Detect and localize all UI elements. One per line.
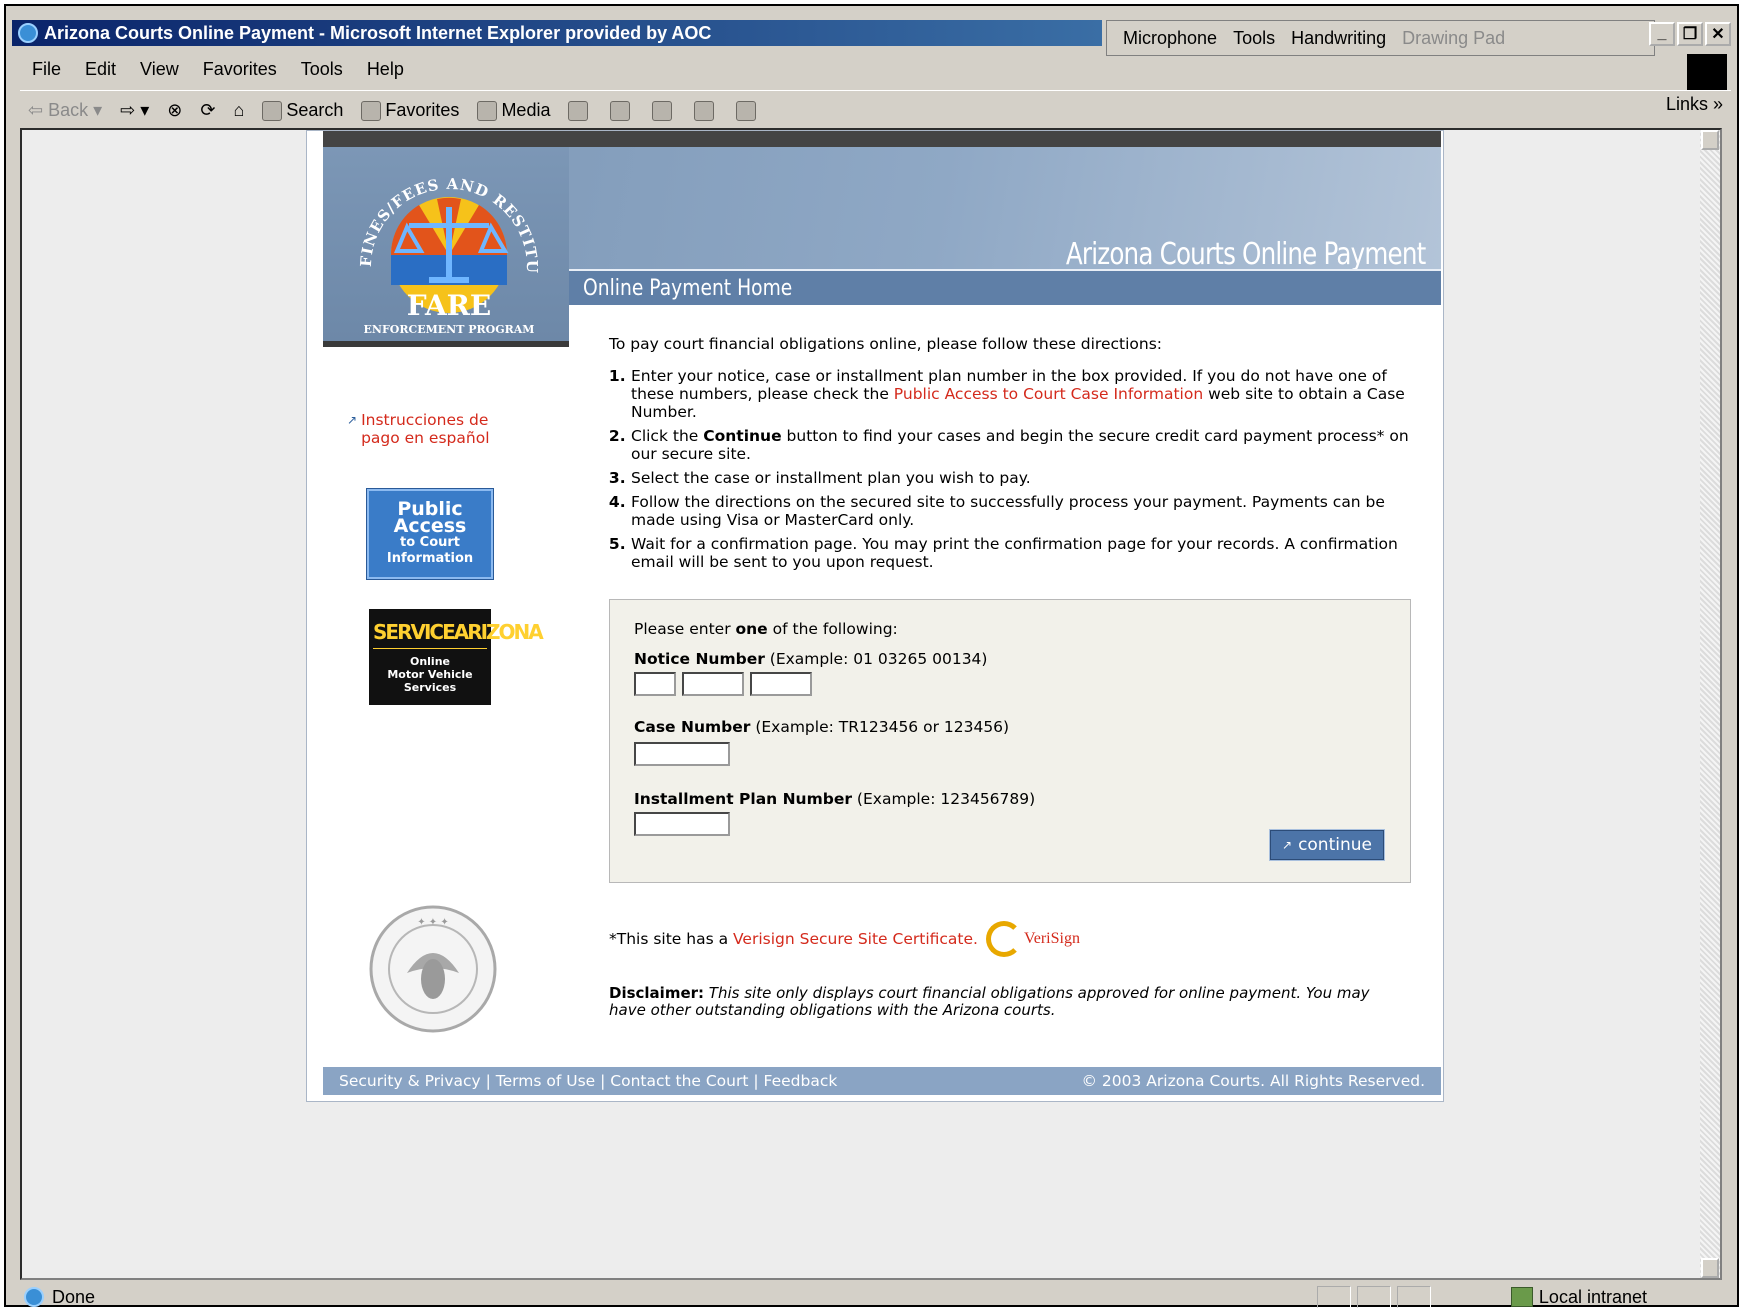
print-icon[interactable]	[652, 100, 673, 121]
notice-number-field-3[interactable]	[750, 672, 812, 696]
svg-text:✦ ✦ ✦: ✦ ✦ ✦	[417, 917, 449, 928]
public-access-button[interactable]: Public Access to Court Information	[366, 488, 494, 580]
edit-word-icon[interactable]	[694, 100, 715, 121]
local-intranet-icon	[1510, 1287, 1533, 1307]
scroll-down-icon[interactable]	[1701, 1258, 1719, 1278]
search-icon	[262, 101, 283, 122]
section-bar: Online Payment Home	[569, 269, 1441, 305]
back-arrow-icon: ⇦	[28, 100, 49, 120]
refresh-icon[interactable]: ⟳	[200, 100, 215, 121]
verisign-link[interactable]: Verisign Secure Site Certificate.	[733, 930, 978, 948]
menu-favorites[interactable]: Favorites	[203, 59, 277, 80]
favorites-icon	[361, 101, 382, 122]
page-icon	[24, 1287, 44, 1307]
payment-page: Arizona Courts Online Payment FINES/FEES…	[306, 130, 1444, 1102]
menu-help[interactable]: Help	[367, 59, 404, 80]
status-cell	[1317, 1286, 1351, 1308]
search-button[interactable]: Search	[262, 100, 343, 122]
restore-button[interactable]: ❐	[1677, 22, 1703, 46]
verisign-check-icon	[985, 921, 1022, 957]
media-icon	[477, 101, 498, 122]
notice-number-field-1[interactable]	[634, 672, 676, 696]
verisign-logo[interactable]: VeriSign	[985, 921, 1080, 957]
status-bar: Done Local intranet	[20, 1284, 1731, 1310]
left-sidebar: ↗ Instrucciones de pago en español	[347, 411, 547, 447]
continue-button[interactable]: ↗ continue	[1269, 829, 1385, 861]
browser-window: Arizona Courts Online Payment - Microsof…	[4, 4, 1739, 1310]
media-button[interactable]: Media	[477, 100, 550, 122]
microphone-button[interactable]: Microphone	[1123, 28, 1217, 49]
tools-button[interactable]: Tools	[1233, 28, 1275, 49]
step-2: Click the Continue button to find your c…	[631, 427, 1421, 463]
arrow-icon: ↗	[1282, 838, 1293, 852]
windows-logo-icon	[1687, 54, 1727, 90]
step-4: Follow the directions on the secured sit…	[631, 493, 1421, 529]
vertical-scrollbar[interactable]	[1700, 130, 1720, 1278]
footer: Security & Privacy | Terms of Use | Cont…	[323, 1067, 1441, 1095]
copyright: © 2003 Arizona Courts. All Rights Reserv…	[1081, 1072, 1426, 1090]
status-cell	[1397, 1286, 1431, 1308]
step-1: Enter your notice, case or installment p…	[631, 367, 1421, 421]
stop-icon[interactable]: ⊗	[167, 100, 182, 121]
forward-button[interactable]: ⇨ ▾	[120, 100, 149, 121]
public-access-link[interactable]: Public Access to Court Case Information	[894, 385, 1203, 403]
instructions: To pay court financial obligations onlin…	[609, 335, 1421, 577]
links-toolbar[interactable]: Links »	[1666, 94, 1723, 115]
top-strip	[323, 131, 1441, 147]
ie-icon	[18, 23, 38, 43]
toolbar: ⇦ Back ▾ ⇨ ▾ ⊗ ⟳ ⌂ Search Favorites Medi…	[20, 90, 1731, 130]
drawing-pad-button[interactable]: Drawing Pad	[1402, 28, 1505, 49]
footer-links[interactable]: Security & Privacy | Terms of Use | Cont…	[339, 1072, 837, 1090]
supreme-court-seal: ✦ ✦ ✦	[369, 905, 497, 1033]
security-zone: Local intranet	[1510, 1284, 1647, 1310]
mail-icon[interactable]	[610, 100, 631, 121]
spanish-instructions-link[interactable]: ↗ Instrucciones de pago en español	[347, 411, 547, 447]
status-cell	[1357, 1286, 1391, 1308]
back-button[interactable]: ⇦ Back ▾	[28, 100, 102, 121]
arrow-icon: ↗	[347, 413, 358, 427]
fare-seal-logo: FINES/FEES AND RESTITUTION FARE ENFORCEM…	[349, 157, 540, 336]
step-3: Select the case or installment plan you …	[631, 469, 1421, 487]
language-bar: Microphone Tools Handwriting Drawing Pad	[1106, 20, 1655, 56]
menu-file[interactable]: File	[32, 59, 61, 80]
enforcement-program-text: ENFORCEMENT PROGRAM	[364, 323, 535, 336]
status-text: Done	[52, 1286, 96, 1307]
intro-text: To pay court financial obligations onlin…	[609, 335, 1163, 353]
menu-tools[interactable]: Tools	[301, 59, 343, 80]
notice-number-field-2[interactable]	[682, 672, 744, 696]
step-5: Wait for a confirmation page. You may pr…	[631, 535, 1421, 571]
disclaimer: Disclaimer: This site only displays cour…	[609, 984, 1370, 1019]
installment-plan-label: Installment Plan Number (Example: 123456…	[634, 790, 1036, 808]
case-number-field[interactable]	[634, 742, 730, 766]
minimize-button[interactable]: _	[1649, 22, 1675, 46]
verisign-notice: *This site has a Verisign Secure Site Ce…	[609, 921, 1080, 957]
fare-logo-panel: FINES/FEES AND RESTITUTION FARE ENFORCEM…	[323, 147, 569, 347]
installment-plan-field[interactable]	[634, 812, 730, 836]
browser-viewport: Arizona Courts Online Payment FINES/FEES…	[20, 128, 1722, 1280]
case-number-label: Case Number (Example: TR123456 or 123456…	[634, 718, 1010, 736]
section-title: Online Payment Home	[583, 275, 793, 301]
steps-list: Enter your notice, case or installment p…	[609, 367, 1421, 571]
close-button[interactable]: ✕	[1705, 22, 1731, 46]
discuss-icon[interactable]	[736, 100, 757, 121]
favorites-button[interactable]: Favorites	[361, 100, 459, 122]
menu-edit[interactable]: Edit	[85, 59, 116, 80]
payment-form: Please enter one of the following: Notic…	[609, 599, 1411, 883]
history-icon[interactable]	[568, 100, 589, 121]
handwriting-button[interactable]: Handwriting	[1291, 28, 1386, 49]
home-icon[interactable]: ⌂	[233, 100, 244, 121]
site-title: Arizona Courts Online Payment	[1065, 237, 1425, 272]
scroll-up-icon[interactable]	[1701, 130, 1719, 150]
fare-text: FARE	[407, 289, 492, 322]
service-arizona-button[interactable]: SERVICEARIZONA Online Motor Vehicle Servic…	[369, 609, 544, 705]
menu-bar: File Edit View Favorites Tools Help	[20, 54, 404, 84]
menu-view[interactable]: View	[140, 59, 179, 80]
notice-number-label: Notice Number (Example: 01 03265 00134)	[634, 650, 988, 668]
window-title: Arizona Courts Online Payment - Microsof…	[44, 22, 712, 43]
form-prompt: Please enter one of the following:	[634, 620, 898, 638]
window-controls: _ ❐ ✕	[1649, 22, 1731, 46]
title-bar: Arizona Courts Online Payment - Microsof…	[12, 20, 1102, 46]
